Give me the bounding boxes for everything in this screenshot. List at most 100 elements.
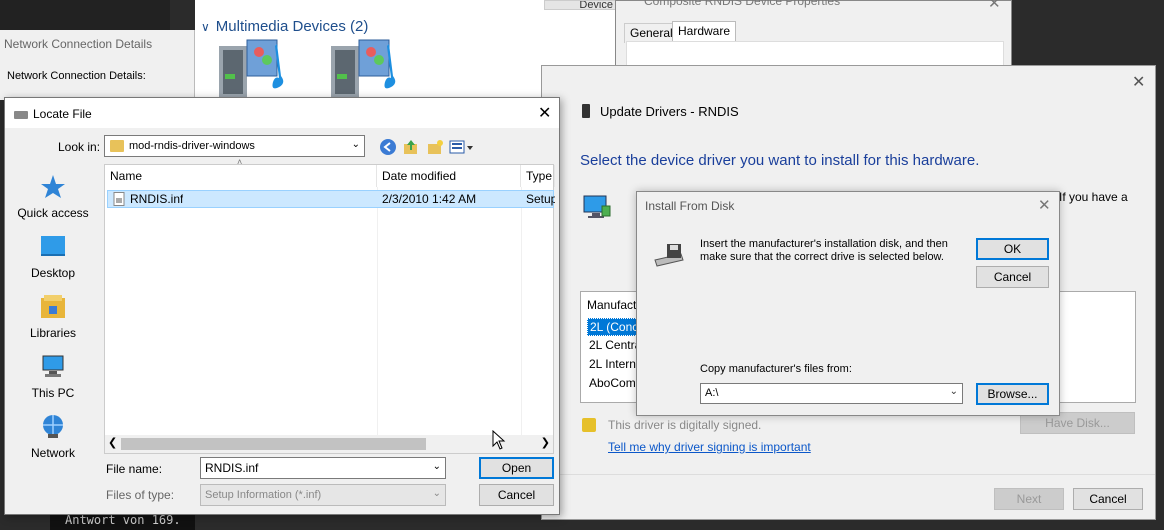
inf-file-icon [112,192,126,206]
multimedia-group-header[interactable]: ∨ Multimedia Devices (2) [201,18,368,35]
column-date-label: Date modified [382,169,457,183]
libraries-icon [41,295,65,318]
multimedia-device-icon[interactable] [215,36,293,100]
cancel-button[interactable]: Cancel [976,266,1049,288]
network-details-window: Network Connection Details Network Conne… [0,30,195,100]
cancel-button[interactable]: Cancel [1073,488,1143,510]
place-label: Network [30,446,75,460]
look-in-combobox[interactable]: mod-rndis-driver-windows ⌄ [104,135,365,157]
instruction-message: Insert the manufacturer's installation d… [700,238,948,263]
signed-driver-icon [582,418,596,432]
copy-from-value: A:\ [705,387,719,399]
close-icon[interactable]: ✕ [988,0,1001,12]
network-icon [43,415,63,438]
desktop-icon [41,236,65,256]
places-bar: Quick access Desktop Libraries This PC N… [8,168,98,460]
chevron-right-icon[interactable]: ❯ [541,436,550,449]
dialog-title: Install From Disk [645,199,735,213]
cancel-button[interactable]: Cancel [479,484,554,506]
background-dark-area [0,0,170,30]
look-in-label: Look in: [58,140,101,154]
file-type-cell: Setup [526,192,555,206]
driver-signing-link[interactable]: Tell me why driver signing is important [608,440,811,454]
dialog-icon [14,111,28,119]
chevron-left-icon[interactable]: ❮ [108,436,117,449]
place-label: Desktop [30,266,76,280]
file-name-value: RNDIS.inf [205,461,259,475]
place-label: Quick access [17,206,89,220]
install-from-disk-dialog: Install From Disk ✕ Insert the manufactu… [636,191,1060,416]
file-name-label: File name: [106,462,163,476]
place-quick-access[interactable]: Quick access [8,174,98,220]
column-header-date[interactable]: Date modified [377,165,521,187]
device-tab-fragment: Device [544,0,616,10]
tab-hardware[interactable]: Hardware [672,21,737,41]
copy-from-combobox[interactable]: A:\ ⌄ [700,383,963,404]
place-desktop[interactable]: Desktop [8,234,98,280]
ok-button[interactable]: OK [976,238,1049,260]
file-type-value: Setup Information (*.inf) [205,489,322,501]
back-icon[interactable] [379,138,397,156]
place-label: This PC [31,386,75,400]
column-name-label: Name [110,169,143,183]
open-button[interactable]: Open [479,457,554,479]
divider [542,474,1155,475]
page-heading: Select the device driver you want to ins… [580,152,980,169]
place-libraries[interactable]: Libraries [8,294,98,340]
dialog-title: Locate File [33,107,92,121]
sort-up-icon: ˄ [237,157,243,167]
close-icon[interactable]: ✕ [1132,72,1145,92]
copy-from-label: Copy manufacturer's files from: [700,363,852,375]
file-type-label: Files of type: [106,488,175,502]
table-row[interactable]: RNDIS.inf 2/3/2010 1:42 AM Setup [107,190,555,208]
chevron-down-icon[interactable]: ⌄ [433,461,441,472]
multimedia-device-icon[interactable] [327,36,405,100]
chevron-down-icon[interactable]: ⌄ [950,386,958,397]
chevron-down-icon[interactable]: ⌄ [352,139,360,150]
description-text: If you have a [1059,190,1128,204]
column-divider [377,187,378,437]
new-folder-icon[interactable] [426,138,444,156]
folder-icon [110,140,124,152]
place-label: Libraries [29,326,77,340]
view-menu-icon[interactable] [449,138,475,156]
manufacturer-header: Manufact [587,298,637,312]
group-header-label: Multimedia Devices (2) [215,18,369,35]
column-divider [521,187,522,437]
network-details-label: Network Connection Details: [7,70,146,82]
composite-device-properties-window: Composite RNDIS Device Properties ✕ Gene… [615,0,1012,71]
close-icon[interactable]: ✕ [538,103,551,123]
next-button[interactable]: Next [994,488,1064,510]
locate-file-dialog: Locate File ✕ Look in: mod-rndis-driver-… [4,97,560,515]
composite-properties-title: Composite RNDIS Device Properties [644,0,841,8]
list-item[interactable]: 2L Centra [587,337,643,353]
column-header-name[interactable]: Name [105,165,377,187]
chevron-down-icon: ∨ [201,20,210,34]
file-name-cell: RNDIS.inf [130,192,184,206]
column-type-label: Type [526,169,553,183]
monitor-icon [583,195,611,218]
computer-icon [42,355,64,377]
signed-status: This driver is digitally signed. [608,418,762,432]
file-list[interactable]: Name ˄ Date modified Type RNDIS.inf 2/3/… [104,157,555,454]
dialog-title: Update Drivers - RNDIS [600,104,739,119]
scrollbar-thumb[interactable] [121,438,426,450]
column-header-type[interactable]: Type [521,165,555,187]
look-in-value: mod-rndis-driver-windows [129,140,255,152]
up-folder-icon[interactable] [402,138,420,156]
mouse-cursor-icon [492,430,506,450]
list-item[interactable]: AboCom [587,375,638,391]
browse-button[interactable]: Browse... [976,383,1049,405]
file-name-input[interactable]: RNDIS.inf ⌄ [200,457,446,479]
tab-general[interactable]: General [624,23,679,43]
place-this-pc[interactable]: This PC [8,354,98,400]
place-network[interactable]: Network [8,414,98,460]
network-details-title: Network Connection Details [4,37,153,51]
disk-drive-icon [654,244,684,267]
horizontal-scrollbar[interactable]: ❮ ❯ [105,435,553,453]
file-date-cell: 2/3/2010 1:42 AM [382,192,477,206]
close-icon[interactable]: ✕ [1038,196,1051,214]
chevron-down-icon[interactable]: ⌄ [433,488,441,499]
file-type-combobox[interactable]: Setup Information (*.inf) ⌄ [200,484,446,506]
device-icon [582,104,590,118]
